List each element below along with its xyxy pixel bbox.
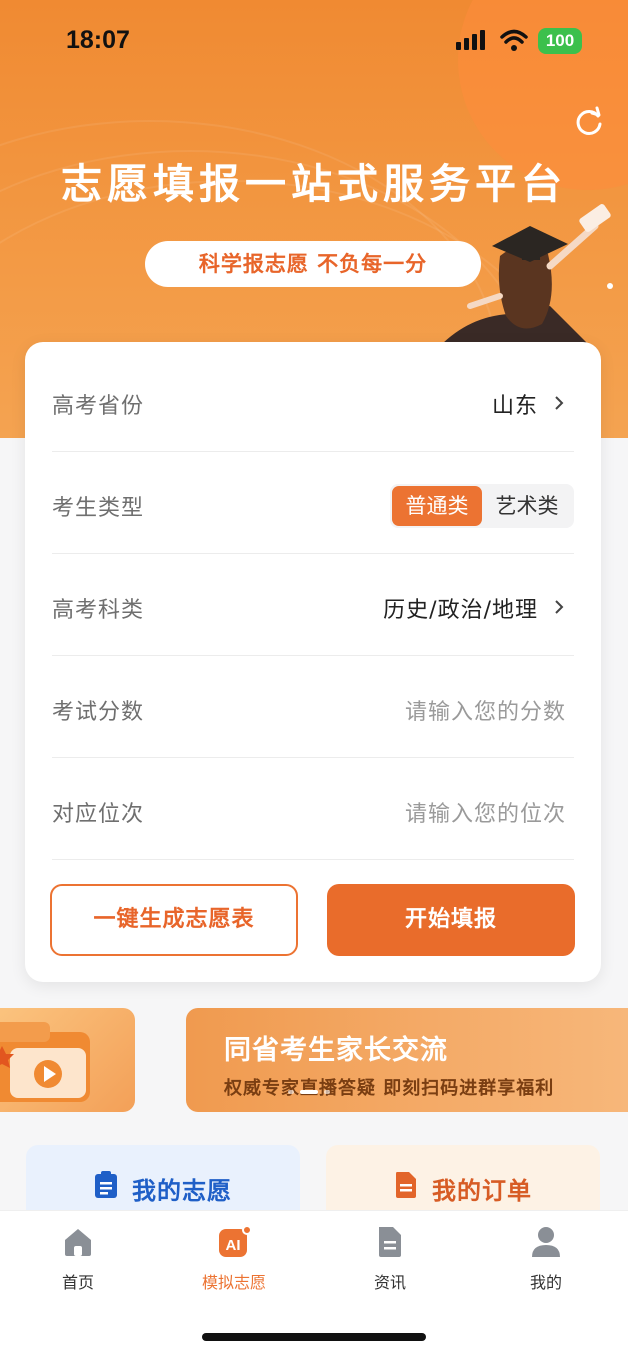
clipboard-icon [95, 1171, 117, 1198]
refresh-icon[interactable] [574, 106, 604, 136]
generate-wish-table-button[interactable]: 一键生成志愿表 [50, 884, 298, 956]
province-row[interactable]: 高考省份 山东 [52, 350, 574, 452]
subjects-label: 高考科类 [52, 598, 145, 623]
tab-simulate-label: 模拟志愿 [201, 1273, 266, 1292]
parent-exchange-banner[interactable]: 同省考生家长交流 权威专家直播答疑 即刻扫码进群享福利 [186, 1008, 628, 1112]
carousel-indicator [288, 1090, 330, 1094]
subjects-row[interactable]: 高考科类 历史/政治/地理 [52, 554, 574, 656]
home-indicator [202, 1333, 426, 1341]
start-filling-button[interactable]: 开始填报 [327, 884, 575, 956]
video-folder-illustration [0, 1022, 90, 1102]
banner-subtitle: 权威专家直播答疑 即刻扫码进群享福利 [224, 1078, 555, 1099]
score-input[interactable]: 请输入您的分数 [405, 694, 566, 726]
my-wishes-label: 我的志愿 [132, 1177, 232, 1205]
score-row: 考试分数 请输入您的分数 [52, 656, 574, 758]
wish-form-card: 高考省份 山东 考生类型 普通类 艺术类 高考科类 历史/政治/地理 考试分数 … [25, 342, 601, 982]
province-label: 高考省份 [52, 394, 145, 419]
document-icon [396, 1172, 416, 1198]
user-icon [532, 1227, 560, 1257]
home-icon [65, 1229, 91, 1256]
cellular-signal-icon [456, 30, 485, 50]
video-banner[interactable] [0, 1008, 135, 1112]
status-time: 18:07 [66, 26, 130, 54]
banner-title: 同省考生家长交流 [224, 1035, 448, 1066]
graduate-illustration [440, 204, 613, 346]
status-bar: 18:07 100 [0, 0, 628, 84]
tab-home-label: 首页 [61, 1273, 94, 1292]
ai-icon: AI [219, 1225, 251, 1257]
option-regular[interactable]: 普通类 [392, 486, 482, 526]
rank-row: 对应位次 请输入您的位次 [52, 758, 574, 860]
subjects-value: 历史/政治/地理 [383, 598, 538, 623]
rank-input[interactable]: 请输入您的位次 [405, 796, 566, 828]
svg-text:AI: AI [226, 1237, 241, 1254]
chevron-right-icon [555, 600, 564, 614]
tab-news-label: 资讯 [373, 1273, 406, 1292]
rank-label: 对应位次 [52, 802, 145, 827]
student-type-toggle: 普通类 艺术类 [390, 484, 574, 528]
tab-mine-label: 我的 [529, 1273, 562, 1292]
student-type-row: 考生类型 普通类 艺术类 [52, 452, 574, 554]
news-icon [379, 1227, 401, 1257]
tab-home[interactable]: 首页 [28, 1225, 128, 1293]
tab-mine[interactable]: 我的 [496, 1225, 596, 1293]
score-label: 考试分数 [52, 700, 145, 725]
tab-news[interactable]: 资讯 [340, 1225, 440, 1293]
chevron-right-icon [555, 396, 564, 410]
my-orders-label: 我的订单 [432, 1177, 532, 1205]
option-art[interactable]: 艺术类 [482, 486, 572, 526]
battery-indicator: 100 [538, 28, 582, 54]
wifi-icon [500, 29, 528, 51]
tab-simulate[interactable]: AI 模拟志愿 [184, 1225, 284, 1293]
province-value: 山东 [491, 394, 538, 419]
student-type-label: 考生类型 [52, 496, 145, 521]
